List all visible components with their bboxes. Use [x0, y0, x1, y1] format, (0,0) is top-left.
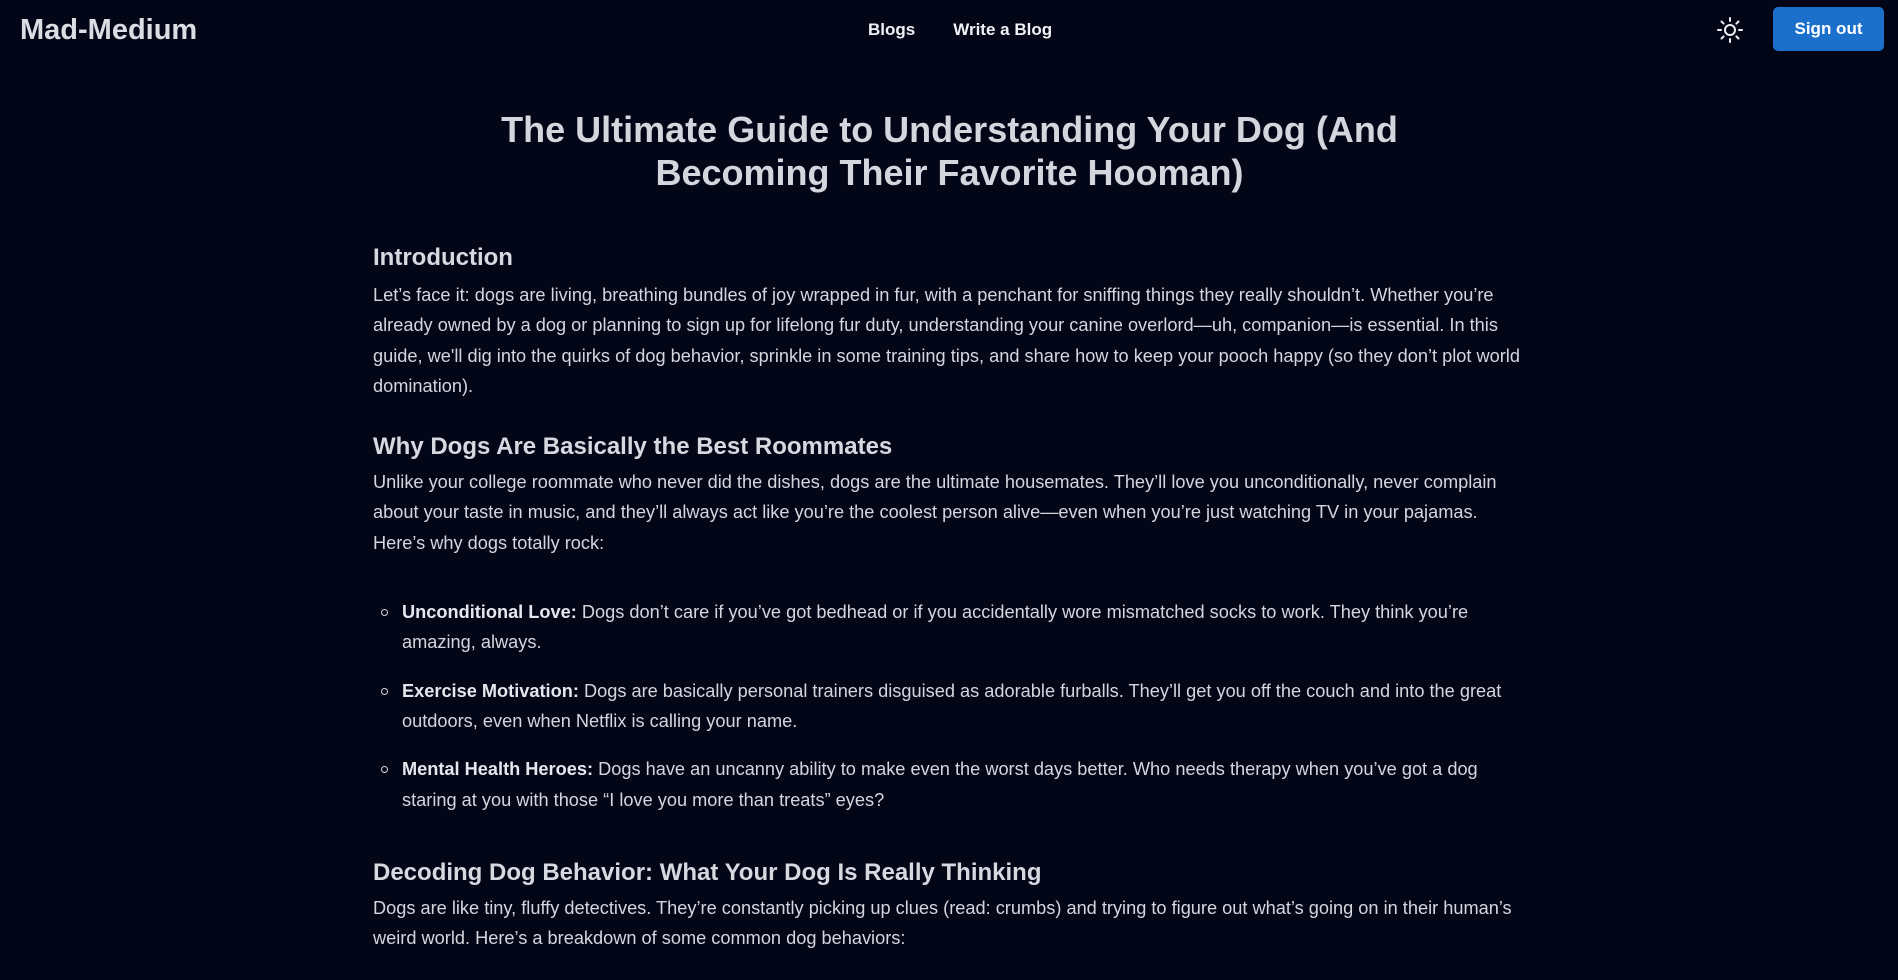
- best-roommates-paragraph: Unlike your college roommate who never d…: [373, 472, 1497, 553]
- section-heading-best-roommates: Why Dogs Are Basically the Best Roommate…: [373, 433, 893, 461]
- list-item-term: Unconditional Love:: [402, 602, 577, 623]
- section-decoding-behavior: Decoding Dog Behavior: What Your Dog Is …: [373, 857, 1526, 954]
- sun-icon-graphic: [1717, 17, 1743, 43]
- nav-link-blogs[interactable]: Blogs: [868, 18, 915, 42]
- decoding-behavior-paragraph: Dogs are like tiny, fluffy detectives. T…: [373, 897, 1512, 949]
- main-navigation: Blogs Write a Blog: [868, 18, 1052, 42]
- section-introduction: Introduction Let’s face it: dogs are liv…: [373, 242, 1526, 401]
- section-heading-decoding-behavior: Decoding Dog Behavior: What Your Dog Is …: [373, 858, 1042, 886]
- section-heading-introduction: Introduction: [373, 244, 513, 271]
- sign-out-button[interactable]: Sign out: [1773, 7, 1884, 51]
- navbar: Mad-Medium Blogs Write a Blog Sign out: [0, 0, 1898, 60]
- reasons-list: Unconditional Love: Dogs don’t care if y…: [373, 597, 1526, 815]
- article-title: The Ultimate Guide to Understanding Your…: [501, 109, 1398, 193]
- list-item-mental-health-heroes: Mental Health Heroes: Dogs have an uncan…: [373, 754, 1526, 815]
- list-item-exercise-motivation: Exercise Motivation: Dogs are basically …: [373, 676, 1526, 737]
- introduction-paragraph: Let’s face it: dogs are living, breathin…: [373, 285, 1520, 396]
- list-item-term: Mental Health Heroes:: [402, 759, 594, 780]
- sun-icon[interactable]: [1716, 16, 1744, 44]
- list-item-unconditional-love: Unconditional Love: Dogs don’t care if y…: [373, 597, 1526, 658]
- list-item-term: Exercise Motivation:: [402, 680, 579, 701]
- blog-article: The Ultimate Guide to Understanding Your…: [373, 108, 1526, 953]
- section-best-roommates: Why Dogs Are Basically the Best Roommate…: [373, 431, 1526, 815]
- brand-logo[interactable]: Mad-Medium: [20, 11, 197, 49]
- nav-link-write-blog[interactable]: Write a Blog: [953, 18, 1052, 42]
